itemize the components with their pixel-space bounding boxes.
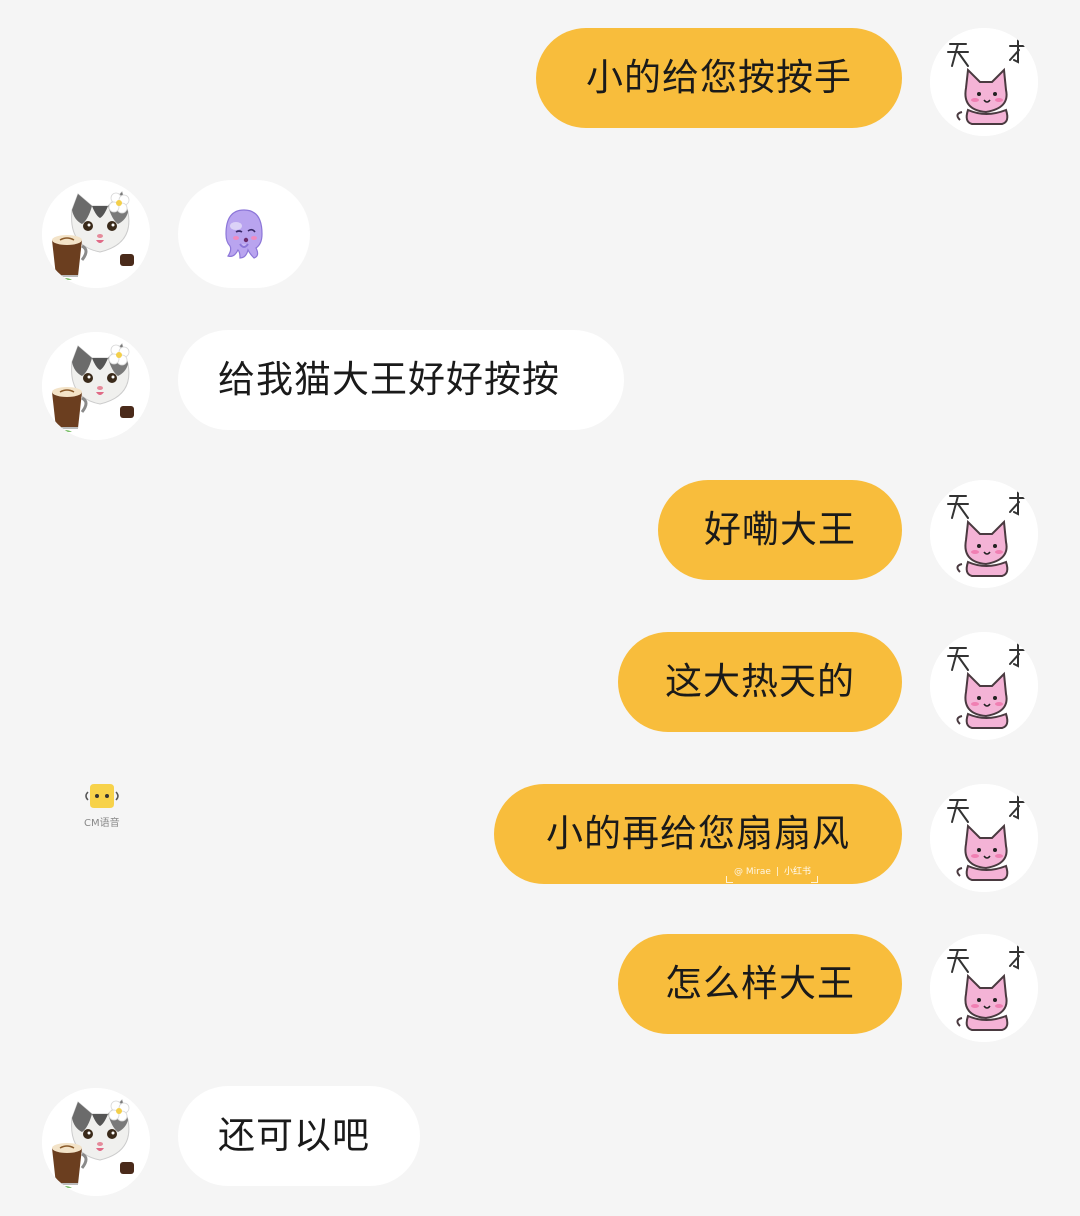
message-bubble[interactable]: 好嘞大王 [658, 480, 902, 580]
cat-with-coffee-avatar-icon [42, 332, 150, 440]
my-avatar[interactable] [930, 934, 1038, 1042]
pink-cat-avatar-icon [930, 632, 1038, 740]
overlay-corner [811, 876, 818, 883]
message-row-outgoing: 小的再给您扇扇风 [0, 760, 1080, 910]
sticker-bubble[interactable] [178, 180, 310, 288]
their-avatar[interactable] [42, 180, 150, 288]
message-bubble[interactable]: 怎么样大王 [618, 934, 902, 1034]
overlay-corner [726, 876, 733, 883]
overlay-watermark: @ Mirae | 小红书 [726, 861, 818, 883]
pink-cat-avatar-icon [930, 28, 1038, 136]
my-avatar[interactable] [930, 480, 1038, 588]
message-row-outgoing: 好嘞大王 [0, 460, 1080, 610]
my-avatar[interactable] [930, 784, 1038, 892]
cat-with-coffee-avatar-icon [42, 1088, 150, 1196]
message-bubble[interactable]: 小的给您按按手 [536, 28, 902, 128]
pink-cat-avatar-icon [930, 934, 1038, 1042]
message-row-outgoing: 小的给您按按手 [0, 0, 1080, 160]
their-avatar[interactable] [42, 332, 150, 440]
overlay-separator: | [776, 867, 780, 877]
overlay-site-text: 小红书 [784, 867, 812, 877]
overlay-author-text: @ Mirae [734, 867, 771, 877]
message-row-outgoing: 这大热天的 [0, 610, 1080, 760]
message-bubble[interactable]: 给我猫大王好好按按 [178, 330, 624, 430]
cat-with-coffee-avatar-icon [42, 180, 150, 288]
purple-octopus-sticker-icon [214, 204, 274, 264]
message-row-incoming: 还可以吧 [0, 1060, 1080, 1216]
pink-cat-avatar-icon [930, 784, 1038, 892]
message-bubble[interactable]: 这大热天的 [618, 632, 902, 732]
pink-cat-avatar-icon [930, 480, 1038, 588]
message-row-outgoing: 怎么样大王 [0, 910, 1080, 1060]
message-row-incoming: 给我猫大王好好按按 [0, 310, 1080, 460]
message-row-incoming [0, 160, 1080, 310]
message-bubble[interactable]: 小的再给您扇扇风 [494, 784, 902, 884]
message-bubble[interactable]: 还可以吧 [178, 1086, 420, 1186]
my-avatar[interactable] [930, 28, 1038, 136]
their-avatar[interactable] [42, 1088, 150, 1196]
my-avatar[interactable] [930, 632, 1038, 740]
